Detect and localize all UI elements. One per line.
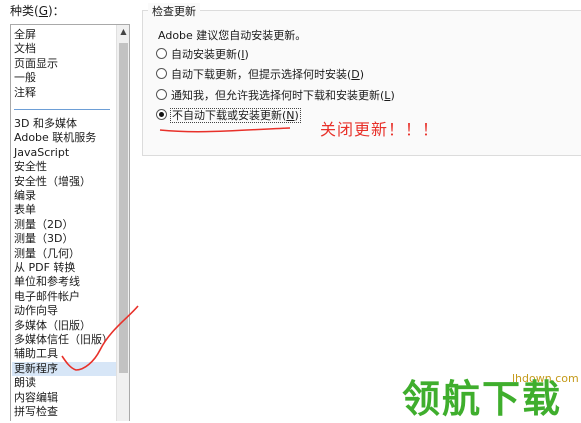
annotation-check-mark xyxy=(61,305,139,371)
annotation-strokes xyxy=(61,127,291,371)
watermark-logo: 领航下载 xyxy=(402,377,563,421)
annotation-underline xyxy=(159,127,291,133)
